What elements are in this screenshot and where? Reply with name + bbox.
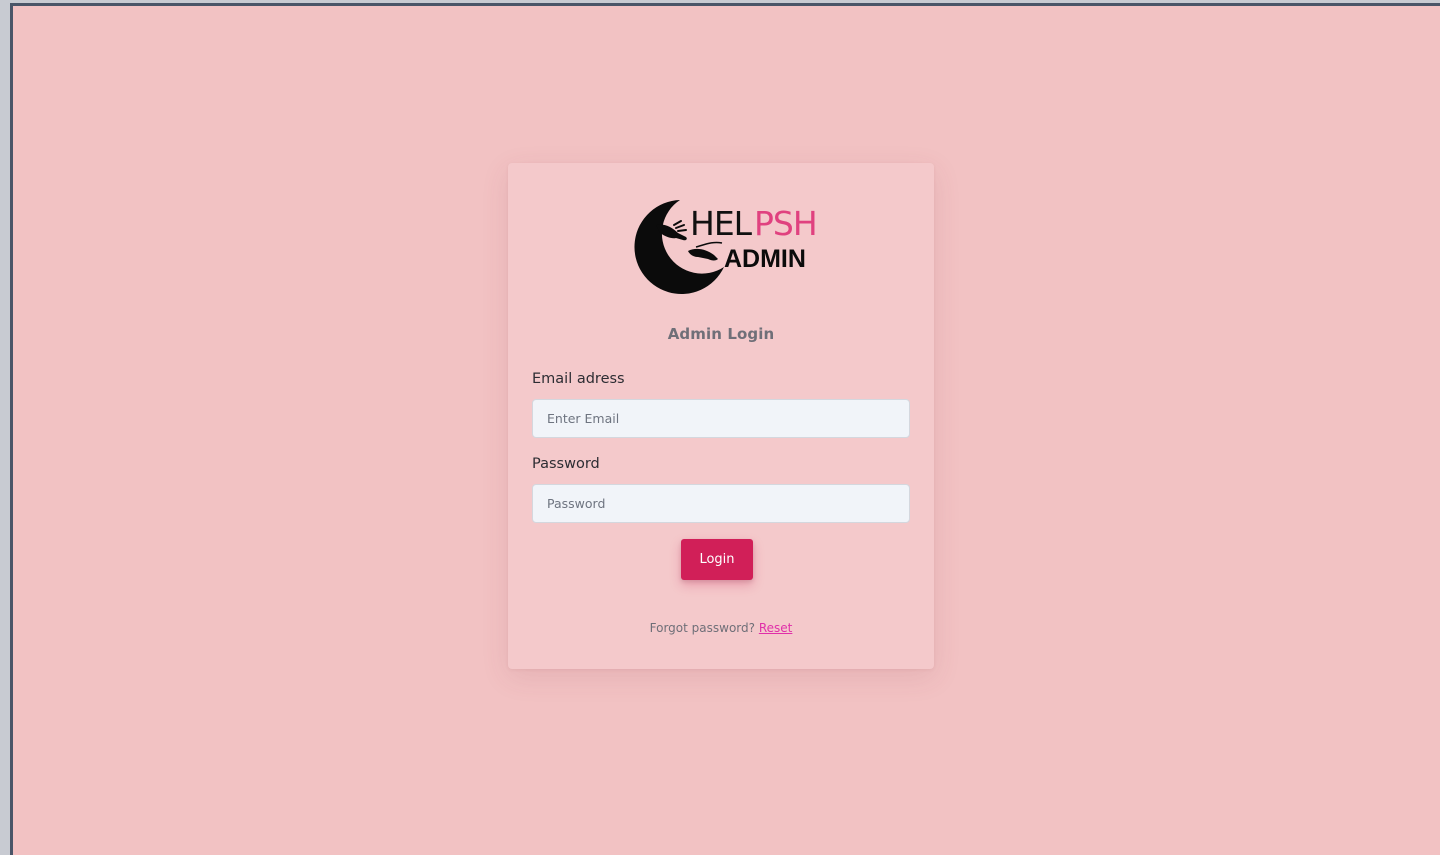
hand-fingers-icon	[673, 220, 687, 232]
email-input[interactable]	[532, 399, 910, 438]
logo-text-dark: HEL	[690, 204, 753, 243]
forgot-password-row: Forgot password? Reset	[508, 621, 934, 635]
password-label: Password	[532, 456, 600, 472]
logo-text-admin: ADMIN	[724, 245, 806, 273]
email-label: Email adress	[532, 371, 625, 387]
page-title: Admin Login	[667, 325, 775, 343]
login-card: HEL PSHI ADMIN Admin Login Email adress …	[508, 163, 934, 669]
password-input[interactable]	[532, 484, 910, 523]
logo-text-pink: PSHI	[754, 204, 818, 243]
login-button[interactable]: Login	[681, 539, 753, 580]
forgot-password-text: Forgot password?	[649, 621, 755, 635]
helpshi-admin-logo: HEL PSHI ADMIN	[626, 195, 818, 295]
reset-link[interactable]: Reset	[759, 621, 793, 635]
hand-icon	[688, 248, 718, 261]
page-frame: HEL PSHI ADMIN Admin Login Email adress …	[10, 3, 1440, 855]
logo-graphic: HEL PSHI ADMIN	[634, 200, 818, 294]
